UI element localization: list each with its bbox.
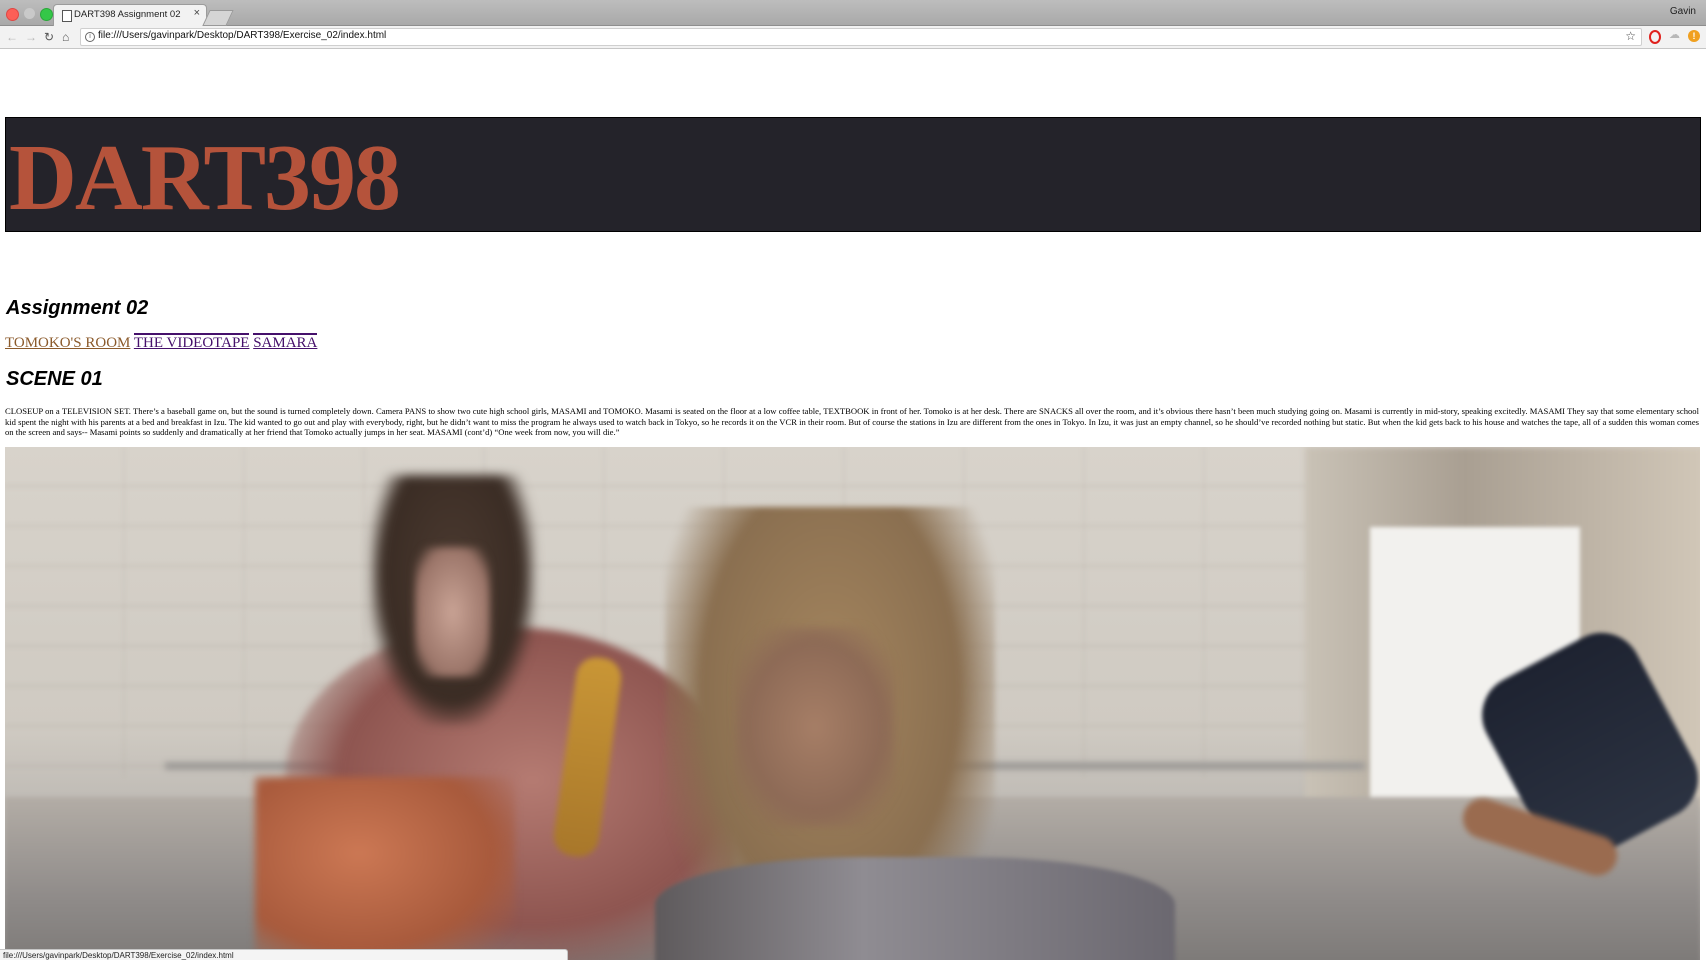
- page-icon: [62, 10, 72, 22]
- tab-title: DART398 Assignment 02: [74, 9, 181, 20]
- status-bar-url: file:///Users/gavinpark/Desktop/DART398/…: [0, 949, 568, 960]
- home-icon[interactable]: ⌂: [62, 28, 69, 46]
- warning-icon[interactable]: !: [1688, 30, 1700, 42]
- forward-arrow-icon[interactable]: →: [25, 28, 37, 46]
- site-title: DART398: [9, 126, 401, 230]
- cloud-icon[interactable]: ☁: [1669, 28, 1680, 41]
- browser-tab[interactable]: DART398 Assignment 02 ×: [53, 4, 207, 26]
- page-heading: Assignment 02: [6, 297, 149, 319]
- scene-nav: TOMOKO'S ROOM THE VIDEOTAPE SAMARA: [5, 333, 318, 352]
- nav-link-tomokos-room[interactable]: TOMOKO'S ROOM: [5, 335, 130, 351]
- photo-figure-orange-coat: [255, 777, 515, 960]
- scene-heading: SCENE 01: [6, 368, 103, 390]
- photo-figure-face: [415, 547, 490, 677]
- bookmark-star-icon[interactable]: ☆: [1625, 29, 1636, 43]
- address-bar[interactable]: i file:///Users/gavinpark/Desktop/DART39…: [80, 28, 1642, 46]
- nav-link-the-videotape[interactable]: THE VIDEOTAPE: [133, 333, 250, 351]
- browser-toolbar: ← → ↻ ⌂ i file:///Users/gavinpark/Deskto…: [0, 26, 1706, 49]
- maximize-window-button[interactable]: [40, 8, 53, 21]
- browser-tab-bar: DART398 Assignment 02 × Gavin: [0, 0, 1706, 26]
- scene-text: CLOSEUP on a TELEVISION SET. There’s a b…: [5, 406, 1699, 438]
- minimize-window-button[interactable]: [24, 8, 35, 19]
- scene-photo: [5, 447, 1700, 960]
- profile-name[interactable]: Gavin: [1670, 6, 1696, 17]
- url-text[interactable]: file:///Users/gavinpark/Desktop/DART398/…: [98, 30, 386, 41]
- photo-figure-covered-face: [735, 627, 895, 827]
- site-header: DART398: [5, 117, 1701, 232]
- photo-figure-jacket: [655, 857, 1175, 960]
- nav-link-samara[interactable]: SAMARA: [253, 333, 318, 351]
- close-window-button[interactable]: [6, 8, 19, 21]
- info-icon[interactable]: i: [85, 32, 95, 42]
- close-tab-icon[interactable]: ×: [194, 8, 200, 19]
- back-arrow-icon[interactable]: ←: [6, 28, 18, 46]
- opera-icon[interactable]: [1649, 30, 1661, 44]
- reload-icon[interactable]: ↻: [44, 28, 54, 46]
